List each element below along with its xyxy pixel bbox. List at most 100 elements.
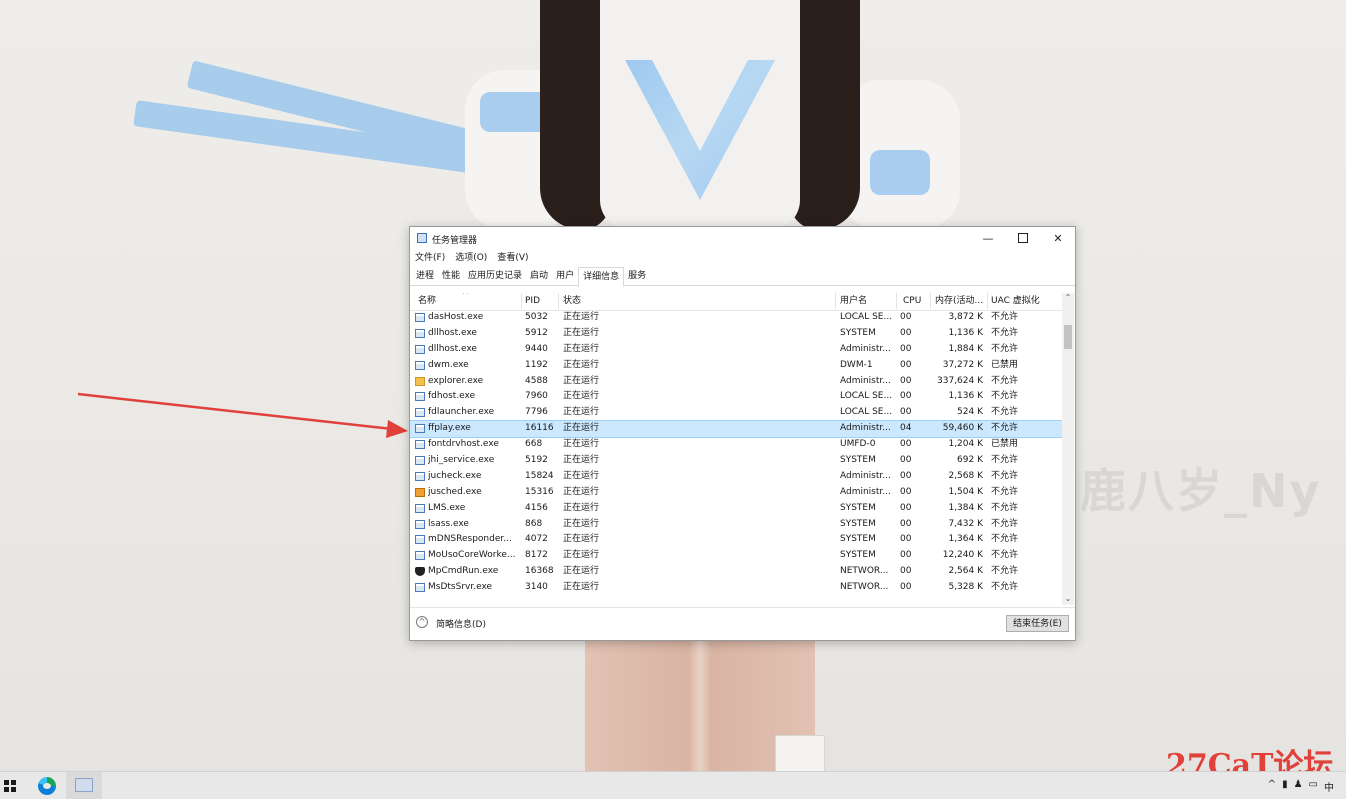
process-user: Administr... bbox=[840, 423, 891, 434]
column-header-cpu[interactable]: CPU bbox=[903, 293, 928, 309]
process-status: 正在运行 bbox=[563, 359, 600, 370]
table-row[interactable]: lsass.exe 868 正在运行 SYSTEM 00 7,432 K 不允许 bbox=[410, 517, 1062, 533]
chevron-up-icon[interactable]: ^ bbox=[416, 616, 428, 628]
menu-options[interactable]: 选项(O) bbox=[450, 250, 492, 266]
edge-browser-icon[interactable] bbox=[38, 777, 56, 795]
process-name: MsDtsSrvr.exe bbox=[428, 582, 493, 593]
exe-icon bbox=[415, 344, 425, 354]
process-cpu: 00 bbox=[900, 566, 912, 577]
process-user: SYSTEM bbox=[840, 455, 876, 466]
process-uac: 不允许 bbox=[991, 423, 1019, 434]
sort-up-icon: ^ bbox=[462, 293, 469, 299]
process-memory: 37,272 K bbox=[942, 359, 983, 370]
process-user: SYSTEM bbox=[840, 518, 876, 529]
fewer-details-link[interactable]: 简略信息(D) bbox=[436, 617, 486, 630]
tray-overflow-icon[interactable]: ^ bbox=[1268, 779, 1276, 794]
maximize-button[interactable] bbox=[1006, 227, 1040, 249]
process-user: NETWOR... bbox=[840, 566, 889, 577]
vertical-scrollbar[interactable]: ⌃ ⌄ bbox=[1062, 293, 1074, 605]
process-status: 正在运行 bbox=[563, 455, 600, 466]
process-uac: 已禁用 bbox=[991, 439, 1019, 450]
tab-details[interactable]: 详细信息 bbox=[578, 267, 625, 287]
task-manager-window: 任务管理器 — ✕ 文件(F) 选项(O) 查看(V) 进程 性能 应用历史记录… bbox=[409, 226, 1076, 641]
exe-icon bbox=[415, 408, 425, 418]
process-cpu: 00 bbox=[900, 455, 912, 466]
process-cpu: 00 bbox=[900, 518, 912, 529]
scroll-thumb[interactable] bbox=[1064, 325, 1072, 349]
process-uac: 不允许 bbox=[991, 312, 1019, 322]
table-row[interactable]: jhi_service.exe 5192 正在运行 SYSTEM 00 692 K 不允许 bbox=[410, 453, 1062, 469]
process-cpu: 00 bbox=[900, 550, 912, 561]
tab-services[interactable]: 服务 bbox=[624, 267, 650, 285]
process-cpu: 00 bbox=[900, 534, 912, 545]
menu-bar: 文件(F) 选项(O) 查看(V) bbox=[410, 250, 534, 266]
process-cpu: 00 bbox=[900, 391, 912, 402]
column-header-status[interactable]: 状态 bbox=[563, 293, 623, 309]
process-user: Administr... bbox=[840, 343, 891, 354]
table-row[interactable]: fontdrvhost.exe 668 正在运行 UMFD-0 00 1,204 K 已禁用 bbox=[410, 437, 1062, 453]
exe-icon bbox=[415, 535, 425, 545]
tab-users[interactable]: 用户 bbox=[552, 267, 578, 285]
table-row[interactable]: ffplay.exe 16116 正在运行 Administr... 04 59,460 … bbox=[410, 420, 1062, 439]
process-name: LMS.exe bbox=[428, 502, 466, 513]
process-name: fontdrvhost.exe bbox=[428, 439, 499, 450]
tray-battery-icon[interactable]: ▮ bbox=[1282, 779, 1288, 794]
tab-processes[interactable]: 进程 bbox=[412, 267, 438, 285]
column-header-uac[interactable]: UAC 虚拟化 bbox=[991, 293, 1051, 309]
tray-network-icon[interactable]: ▭ bbox=[1309, 779, 1318, 794]
column-header-memory[interactable]: 内存(活动... bbox=[935, 293, 985, 309]
exe-icon bbox=[415, 392, 425, 402]
table-row[interactable]: jucheck.exe 15824 正在运行 Administr... 00 2,568 … bbox=[410, 469, 1062, 485]
process-pid: 5032 bbox=[525, 312, 548, 322]
process-cpu: 00 bbox=[900, 502, 912, 513]
tab-startup[interactable]: 启动 bbox=[526, 267, 552, 285]
process-uac: 不允许 bbox=[991, 455, 1019, 466]
process-name: explorer.exe bbox=[428, 375, 484, 386]
process-uac: 不允许 bbox=[991, 582, 1019, 593]
table-row[interactable]: mDNSResponder... 4072 正在运行 SYSTEM 00 1,364 K 不… bbox=[410, 532, 1062, 548]
process-pid: 5912 bbox=[525, 327, 548, 338]
table-row[interactable]: jusched.exe 15316 正在运行 Administr... 00 1,504 … bbox=[410, 485, 1062, 501]
process-pid: 15316 bbox=[525, 486, 554, 497]
menu-view[interactable]: 查看(V) bbox=[492, 250, 533, 266]
tab-performance[interactable]: 性能 bbox=[438, 267, 464, 285]
menu-file[interactable]: 文件(F) bbox=[410, 250, 450, 266]
close-button[interactable]: ✕ bbox=[1041, 227, 1075, 249]
end-task-button[interactable]: 结束任务(E) bbox=[1006, 615, 1069, 632]
scroll-down-icon[interactable]: ⌄ bbox=[1062, 594, 1074, 604]
process-user: SYSTEM bbox=[840, 327, 876, 338]
table-row[interactable]: MoUsoCoreWorke... 8172 正在运行 SYSTEM 00 12,240 … bbox=[410, 548, 1062, 564]
scroll-up-icon[interactable]: ⌃ bbox=[1062, 293, 1074, 303]
table-row[interactable]: dwm.exe 1192 正在运行 DWM-1 00 37,272 K 已禁用 bbox=[410, 358, 1062, 374]
process-user: UMFD-0 bbox=[840, 439, 876, 450]
process-memory: 1,504 K bbox=[948, 486, 983, 497]
title-bar[interactable]: 任务管理器 — ✕ bbox=[410, 227, 1075, 249]
table-row[interactable]: fdlauncher.exe 7796 正在运行 LOCAL SE... 00 524 K… bbox=[410, 405, 1062, 421]
process-status: 正在运行 bbox=[563, 502, 600, 513]
process-memory: 1,384 K bbox=[948, 502, 983, 513]
process-user: Administr... bbox=[840, 470, 891, 481]
table-row[interactable]: MpCmdRun.exe 16368 正在运行 NETWOR... 00 2,564 K 不… bbox=[410, 564, 1062, 580]
table-row[interactable]: explorer.exe 4588 正在运行 Administr... 00 337,62… bbox=[410, 374, 1062, 390]
process-cpu: 00 bbox=[900, 486, 912, 497]
tab-app-history[interactable]: 应用历史记录 bbox=[464, 267, 526, 285]
exe-icon bbox=[415, 503, 425, 513]
process-status: 正在运行 bbox=[563, 582, 600, 593]
table-row[interactable]: LMS.exe 4156 正在运行 SYSTEM 00 1,384 K 不允许 bbox=[410, 501, 1062, 517]
process-memory: 1,884 K bbox=[948, 343, 983, 354]
process-uac: 不允许 bbox=[991, 502, 1019, 513]
column-header-pid[interactable]: PID bbox=[525, 293, 560, 309]
process-user: DWM-1 bbox=[840, 359, 873, 370]
table-row[interactable]: fdhost.exe 7960 正在运行 LOCAL SE... 00 1,136 K 不允… bbox=[410, 389, 1062, 405]
table-row[interactable]: MsDtsSrvr.exe 3140 正在运行 NETWOR... 00 5,328 K 不… bbox=[410, 580, 1062, 596]
table-row[interactable]: dllhost.exe 9440 正在运行 Administr... 00 1,884 K… bbox=[410, 342, 1062, 358]
table-row[interactable]: dasHost.exe 5032 正在运行 LOCAL SE... 00 3,872 K 不… bbox=[410, 310, 1062, 326]
table-row[interactable]: dllhost.exe 5912 正在运行 SYSTEM 00 1,136 K 不允许 bbox=[410, 326, 1062, 342]
minimize-button[interactable]: — bbox=[971, 227, 1005, 249]
column-header-user[interactable]: 用户名 bbox=[840, 293, 895, 309]
tray-input-method[interactable]: 中 bbox=[1324, 779, 1334, 794]
process-cpu: 00 bbox=[900, 582, 912, 593]
start-windows-icon[interactable] bbox=[4, 780, 16, 792]
tray-qq-icon[interactable]: ♟ bbox=[1294, 779, 1303, 794]
process-uac: 不允许 bbox=[991, 486, 1019, 497]
